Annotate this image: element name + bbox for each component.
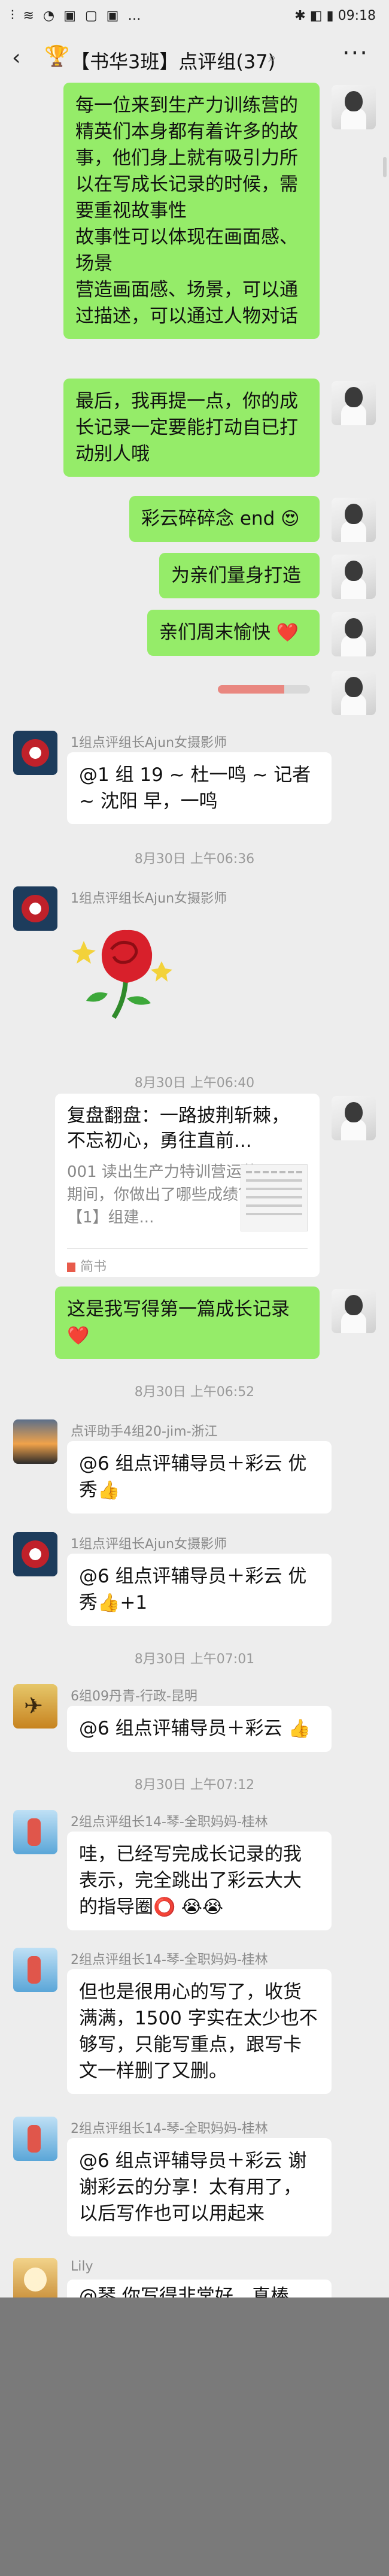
- rose-leaf: [127, 996, 151, 1005]
- message-bubble[interactable]: @6 组点评辅导员＋彩云 优秀👍+1: [67, 1554, 332, 1626]
- voice-progress-bar[interactable]: [218, 685, 310, 694]
- blank-area: [0, 2297, 389, 2576]
- thumbs-up-icon: 👍: [98, 1593, 120, 1614]
- sender-name: 点评助手4组20-jim-浙江: [71, 1424, 218, 1439]
- message-bubble[interactable]: 为亲们量身打造: [159, 553, 320, 598]
- chat-title: 【书华3班】点评组(37): [71, 50, 276, 73]
- card-source-label: 简书: [80, 1260, 107, 1275]
- sender-name: 2组点评组长14-琴-全职妈妈-桂林: [71, 2121, 268, 2136]
- timestamp: 8月30日 上午06:36: [134, 852, 255, 867]
- message-bubble[interactable]: 每一位来到生产力训练营的精英们本身都有着许多的故事，他们身上就有吸引力所以在写成…: [63, 83, 320, 339]
- avatar[interactable]: [13, 886, 57, 931]
- message-text: @6 组点评辅导员＋彩云: [79, 1718, 282, 1739]
- sender-name: 1组点评组长Ajun女摄影师: [71, 1537, 227, 1552]
- more-options-icon[interactable]: ···: [342, 40, 369, 67]
- thumbs-up-icon: 👍: [288, 1718, 311, 1739]
- avatar[interactable]: [13, 2258, 57, 2302]
- sender-name: 1组点评组长Ajun女摄影师: [71, 891, 227, 906]
- card-thumbnail: [241, 1164, 308, 1231]
- message-bubble[interactable]: @6 组点评辅导员＋彩云 👍: [67, 1706, 332, 1752]
- rose-sticker[interactable]: [72, 923, 180, 1019]
- card-source: 简书: [67, 1254, 107, 1281]
- muted-icon: ⌕: [268, 49, 276, 66]
- avatar[interactable]: [332, 671, 376, 715]
- avatar[interactable]: [13, 731, 57, 775]
- message-bubble[interactable]: @6 组点评辅导员＋彩云 谢谢彩云的分享！太有用了，以后写作也可以用起来: [67, 2138, 332, 2236]
- scrollbar[interactable]: [383, 157, 387, 177]
- avatar[interactable]: [13, 1810, 57, 1854]
- progress-fill: [218, 685, 284, 694]
- crying-face-icon: ⭕ 😭😭: [153, 1897, 223, 1918]
- status-left-icons: ⫶ ≋ ◔ ▣ ▢ ▣ …: [11, 8, 144, 23]
- timestamp: 8月30日 上午06:52: [134, 1385, 255, 1400]
- message-bubble[interactable]: 这是我写得第一篇成长记录 ❤️: [55, 1287, 320, 1359]
- status-bar: ⫶ ≋ ◔ ▣ ▢ ▣ … ✱ ◧ ▮ 09:18: [0, 0, 389, 35]
- message-bubble[interactable]: @1 组 19 ~ 杜一鸣 ~ 记者 ~ 沈阳 早，一鸣: [67, 752, 332, 824]
- message-text: 彩云碎碎念 end: [141, 508, 275, 529]
- message-suffix: +1: [120, 1592, 148, 1614]
- sender-name: 2组点评组长14-琴-全职妈妈-桂林: [71, 1953, 268, 1967]
- back-arrow-icon[interactable]: ‹: [12, 46, 20, 70]
- avatar[interactable]: [13, 1684, 57, 1729]
- avatar[interactable]: [13, 2117, 57, 2161]
- card-description: 001 读出生产力特训营运营期间，你做出了哪些成绩？ 【1】组建...: [67, 1163, 257, 1227]
- message-bubble[interactable]: 但也是很用心的写了，收货满满，1500 字实在太少也不够写，只能写重点，跟写卡文…: [67, 1969, 332, 2094]
- sender-name: 2组点评组长14-琴-全职妈妈-桂林: [71, 1815, 268, 1830]
- heart-icon: ❤️: [276, 622, 299, 643]
- avatar[interactable]: [13, 1532, 57, 1576]
- avatar[interactable]: [332, 1289, 376, 1333]
- timestamp: 8月30日 上午07:01: [134, 1652, 255, 1667]
- timestamp: 8月30日 上午06:40: [134, 1076, 255, 1091]
- heart-icon: ❤️: [67, 1325, 90, 1346]
- sender-name: 6组09丹青-行政-昆明: [71, 1689, 197, 1704]
- jianshu-icon: [67, 1263, 75, 1272]
- avatar[interactable]: [13, 1948, 57, 1992]
- rose-stem: [111, 980, 128, 1019]
- avatar[interactable]: [13, 1419, 57, 1464]
- sparkle-icon: [151, 961, 172, 982]
- message-text: 这是我写得第一篇成长记录: [67, 1298, 290, 1320]
- avatar[interactable]: [332, 555, 376, 599]
- message-text: 亲们周末愉快: [159, 622, 271, 643]
- sender-name: 1组点评组长Ajun女摄影师: [71, 735, 227, 750]
- message-bubble[interactable]: @6 组点评辅导员＋彩云 优秀👍: [67, 1441, 332, 1513]
- status-right-info: ✱ ◧ ▮ 09:18: [294, 8, 376, 23]
- timestamp: 8月30日 上午07:12: [134, 1778, 255, 1793]
- avatar[interactable]: [332, 612, 376, 656]
- link-card[interactable]: 复盘翻盘：一路披荆斩棘，不忘初心，勇往直前... 001 读出生产力特训营运营期…: [55, 1094, 320, 1277]
- message-bubble[interactable]: 最后，我再提一点，你的成长记录一定要能打动自已打动别人哦: [63, 379, 320, 477]
- thumbs-up-icon: 👍: [98, 1480, 120, 1501]
- divider: [67, 1248, 308, 1249]
- avatar[interactable]: [332, 85, 376, 129]
- rose-leaf: [86, 992, 108, 1002]
- trophy-icon: 🏆: [44, 44, 70, 68]
- card-title: 复盘翻盘：一路披荆斩棘，不忘初心，勇往直前...: [67, 1105, 290, 1152]
- sender-name: Lily: [71, 2259, 93, 2274]
- avatar[interactable]: [332, 381, 376, 425]
- chat-header: ‹ 🏆 【书华3班】点评组(37) ⌕ ···: [0, 35, 389, 81]
- message-bubble[interactable]: 亲们周末愉快 ❤️: [147, 610, 320, 656]
- sparkle-icon: [72, 941, 96, 964]
- avatar[interactable]: [332, 1096, 376, 1140]
- avatar[interactable]: [332, 498, 376, 542]
- message-bubble[interactable]: 彩云碎碎念 end 😍: [129, 496, 320, 542]
- smiling-face-icon: 😍: [281, 508, 300, 529]
- message-bubble[interactable]: 哇，已经写完成长记录的我表示，完全跳出了彩云大大的指导圈⭕ 😭😭: [67, 1832, 332, 1930]
- rose-bloom: [101, 930, 153, 983]
